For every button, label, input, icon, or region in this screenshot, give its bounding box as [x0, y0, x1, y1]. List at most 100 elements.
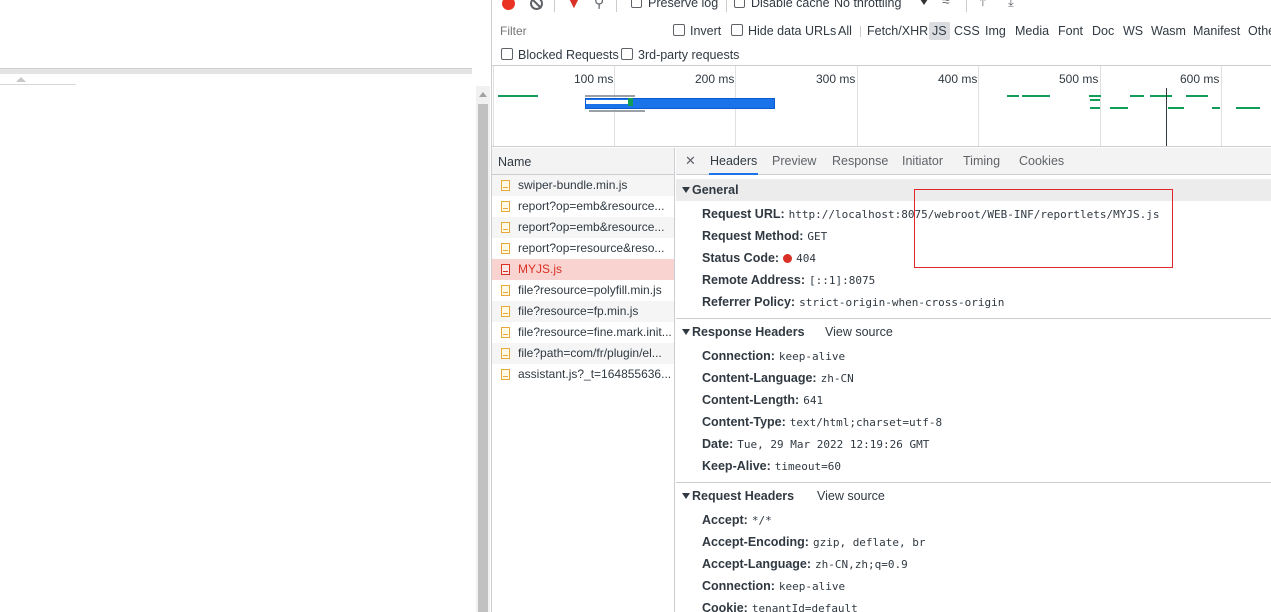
request-name: report?op=emb&resource... [518, 220, 665, 234]
timeline-bar [498, 95, 538, 97]
tab-response[interactable]: Response [832, 148, 888, 175]
preserve-log-checkbox[interactable] [631, 0, 642, 8]
tab-cookies[interactable]: Cookies [1019, 148, 1064, 175]
annotation-highlight-box [914, 189, 1173, 268]
timeline-gridline [1221, 66, 1222, 146]
header-key: Request URL: [702, 207, 785, 221]
hide-data-urls-checkbox[interactable] [731, 24, 743, 36]
chevron-up-icon [16, 77, 26, 82]
timeline-bar [585, 95, 635, 97]
network-overview-timeline[interactable]: 100 ms 200 ms 300 ms 400 ms 500 ms 600 m… [492, 66, 1271, 147]
request-row[interactable]: swiper-bundle.min.js [492, 175, 674, 196]
request-row[interactable]: file?path=com/fr/plugin/el... [492, 343, 674, 364]
request-name: file?resource=fine.mark.init... [518, 325, 672, 339]
import-har-icon[interactable]: ⤒ [980, 0, 996, 11]
timeline-tick-label: 400 ms [938, 72, 978, 86]
timeline-tick-label: 300 ms [816, 72, 856, 86]
timeline-cursor [1166, 88, 1167, 146]
clear-icon[interactable] [530, 0, 543, 10]
header-value: text/html;charset=utf-8 [789, 416, 943, 429]
request-header-row: Accept-Encoding: gzip, deflate, br [702, 532, 926, 552]
type-filter-css[interactable]: CSS [951, 22, 983, 40]
timeline-bar [589, 110, 645, 112]
request-row[interactable]: file?resource=polyfill.min.js [492, 280, 674, 301]
type-filter-font[interactable]: Font [1055, 22, 1086, 40]
header-value: gzip, deflate, br [812, 536, 926, 549]
triangle-down-icon [682, 187, 690, 193]
section-title: General [692, 183, 739, 197]
tab-timing[interactable]: Timing [963, 148, 1000, 175]
response-header-row: Connection: keep-alive [702, 346, 845, 366]
header-value: 404 [796, 252, 816, 265]
throttling-select[interactable]: No throttling [834, 0, 901, 9]
collapsed-tab[interactable] [0, 76, 76, 85]
type-filter-wasm[interactable]: Wasm [1148, 22, 1189, 40]
invert-checkbox[interactable] [673, 24, 685, 36]
request-row[interactable]: file?resource=fp.min.js [492, 301, 674, 322]
type-filter-fetch-xhr[interactable]: Fetch/XHR [864, 22, 931, 40]
type-filter-all[interactable]: All [835, 22, 855, 40]
type-filter-js[interactable]: JS [929, 22, 950, 40]
export-har-icon[interactable]: ⤓ [1008, 0, 1024, 11]
header-value: tenantId=default [751, 602, 858, 612]
tab-headers[interactable]: Headers [709, 148, 759, 175]
header-key: Content-Type: [702, 415, 786, 429]
timeline-bar [1007, 95, 1019, 97]
type-filter-ws[interactable]: WS [1120, 22, 1146, 40]
section-title: Request Headers [692, 489, 795, 503]
screenshot-root: ▼ ⚲ Preserve log Disable cache No thrott… [0, 0, 1271, 612]
response-header-row: Date: Tue, 29 Mar 2022 12:19:26 GMT [702, 434, 929, 454]
response-headers-section-header[interactable]: Response Headers View source [676, 321, 1271, 343]
view-source-link[interactable]: View source [817, 485, 885, 507]
header-value: [::1]:8075 [809, 274, 876, 287]
filter-icon[interactable]: ▼ [567, 0, 583, 12]
type-filter-manifest[interactable]: Manifest [1190, 22, 1243, 40]
disable-cache-checkbox[interactable] [734, 0, 745, 8]
request-name: report?op=resource&reso... [518, 241, 665, 255]
hide-data-urls-label: Hide data URLs [748, 24, 837, 38]
request-row[interactable]: report?op=emb&resource... [492, 217, 674, 238]
header-value: keep-alive [778, 580, 846, 593]
type-filter-other[interactable]: Othe [1245, 22, 1271, 40]
toolbar-separator [616, 0, 617, 12]
view-source-link[interactable]: View source [825, 321, 893, 343]
request-name: file?resource=polyfill.min.js [518, 283, 662, 297]
type-filter-media[interactable]: Media [1012, 22, 1052, 40]
header-key: Date: [702, 437, 734, 451]
request-name: file?path=com/fr/plugin/el... [518, 346, 662, 360]
timeline-bar [1090, 99, 1100, 101]
request-row[interactable]: report?op=resource&reso... [492, 238, 674, 259]
timeline-bar [1089, 95, 1101, 97]
header-key: Accept-Encoding: [702, 535, 809, 549]
scrollbar-thumb[interactable] [478, 104, 488, 612]
third-party-label: 3rd-party requests [638, 48, 740, 62]
record-icon[interactable] [502, 0, 515, 10]
header-value: keep-alive [778, 350, 846, 363]
tab-preview[interactable]: Preview [772, 148, 816, 175]
search-icon[interactable]: ⚲ [594, 0, 610, 11]
type-filter-doc[interactable]: Doc [1089, 22, 1117, 40]
name-column-header[interactable]: Name [492, 148, 674, 175]
header-value: GET [807, 230, 828, 243]
timeline-bar [1236, 107, 1260, 109]
tab-initiator[interactable]: Initiator [902, 148, 943, 175]
page-scrollbar[interactable] [476, 86, 490, 612]
blocked-requests-checkbox[interactable] [501, 48, 513, 60]
script-file-icon [501, 327, 510, 338]
type-filter-img[interactable]: Img [982, 22, 1009, 40]
request-row-selected[interactable]: MYJS.js [492, 259, 674, 280]
request-row[interactable]: assistant.js?_t=164855636... [492, 364, 674, 385]
request-row[interactable]: report?op=emb&resource... [492, 196, 674, 217]
request-name: file?resource=fp.min.js [518, 304, 639, 318]
request-header-row: Accept-Language: zh-CN,zh;q=0.9 [702, 554, 908, 574]
request-row[interactable]: file?resource=fine.mark.init... [492, 322, 674, 343]
filter-input[interactable] [496, 22, 660, 40]
invert-label: Invert [690, 24, 722, 38]
chevron-down-icon[interactable] [920, 0, 928, 5]
close-icon[interactable]: ✕ [685, 153, 696, 169]
third-party-checkbox[interactable] [621, 48, 633, 60]
header-key: Keep-Alive: [702, 459, 771, 473]
scroll-up-arrow-icon[interactable] [479, 92, 487, 97]
network-conditions-icon[interactable]: ≈ [942, 0, 958, 10]
request-headers-section-header[interactable]: Request Headers View source [676, 485, 1271, 507]
